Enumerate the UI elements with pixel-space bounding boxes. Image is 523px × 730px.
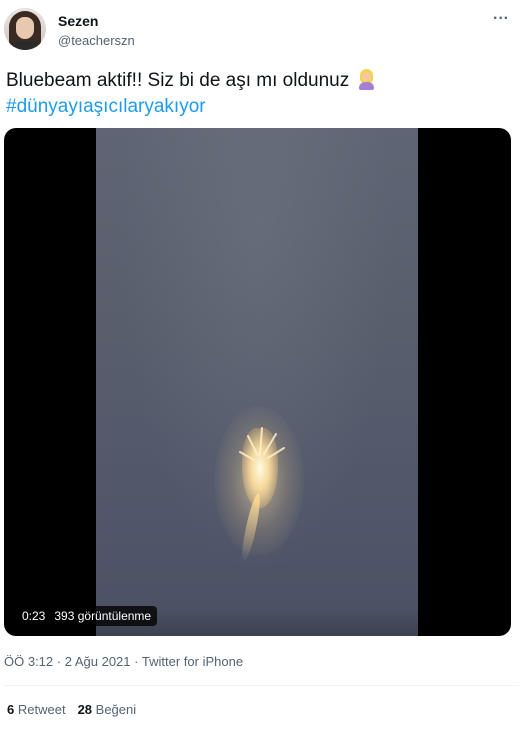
- video-duration: 0:23: [22, 609, 46, 623]
- video-player[interactable]: 0:23 393 görüntülenme: [4, 128, 511, 636]
- author-handle[interactable]: @teacherszn: [58, 33, 135, 48]
- tweet-header: Sezen @teacherszn ···: [0, 0, 523, 60]
- tweet-date[interactable]: 2 Ağu 2021: [65, 654, 131, 669]
- tweet-text: Bluebeam aktif!! Siz bi de aşı mı oldunu…: [6, 68, 516, 120]
- author-name[interactable]: Sezen: [58, 13, 98, 29]
- like-count: 28: [77, 702, 93, 717]
- avatar[interactable]: [4, 8, 46, 50]
- meta-separator: ·: [56, 654, 62, 669]
- woman-facepalming-emoji-icon: [357, 69, 376, 90]
- divider: [4, 685, 519, 686]
- tweet-source[interactable]: Twitter for iPhone: [142, 654, 243, 669]
- more-options-icon[interactable]: ···: [493, 10, 509, 28]
- tweet-body: Bluebeam aktif!! Siz bi de aşı mı oldunu…: [6, 70, 355, 91]
- tweet-time[interactable]: ÖÖ 3:12: [4, 654, 53, 669]
- retweet-label: Retweet: [17, 702, 66, 717]
- tweet-stats: 6 Retweet 28 Beğeni: [7, 702, 136, 717]
- retweets-stat[interactable]: 6 Retweet: [7, 702, 66, 717]
- hashtag-link[interactable]: #dünyayıaşıcılaryakıyor: [6, 94, 516, 120]
- video-views: 393 görüntülenme: [54, 609, 152, 623]
- like-label: Beğeni: [95, 702, 137, 717]
- video-info-badge: 0:23 393 görüntülenme: [16, 606, 158, 626]
- tweet-meta: ÖÖ 3:12 · 2 Ağu 2021 · Twitter for iPhon…: [4, 654, 243, 669]
- video-frame: [96, 128, 418, 636]
- glowing-figure-rays: [239, 427, 285, 461]
- meta-separator: ·: [134, 654, 139, 669]
- retweet-count: 6: [7, 702, 15, 717]
- likes-stat[interactable]: 28 Beğeni: [78, 702, 137, 717]
